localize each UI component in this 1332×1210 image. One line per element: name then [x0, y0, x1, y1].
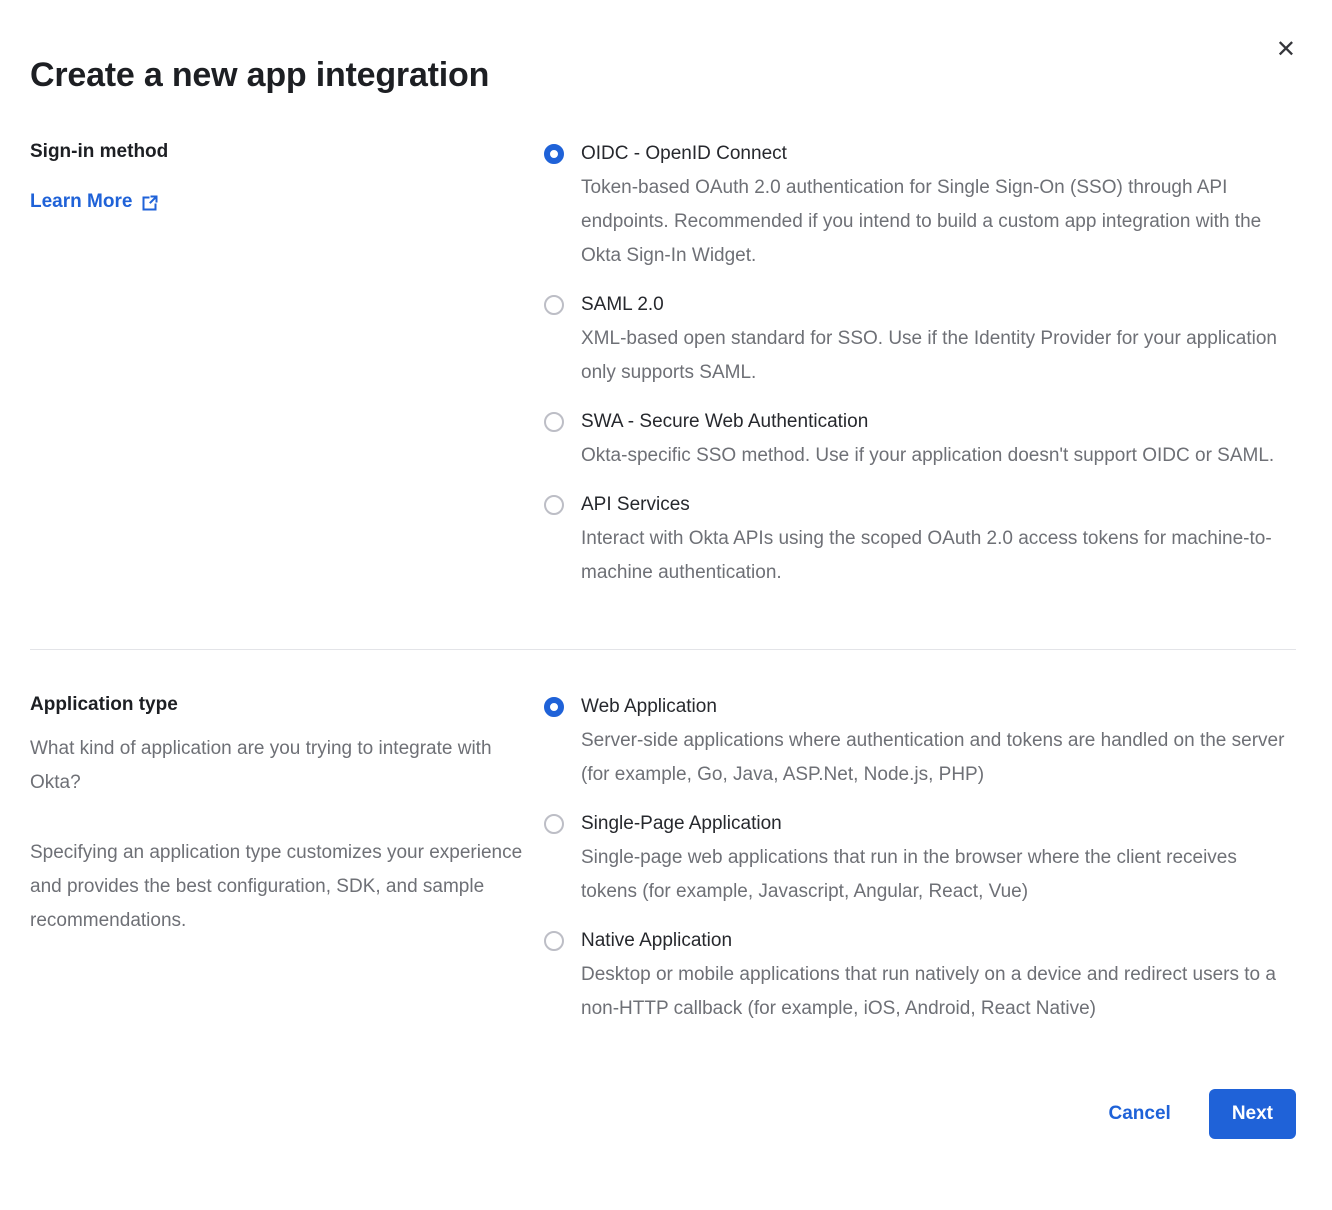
- radio-option-single-page-application[interactable]: Single-Page Application Single-page web …: [543, 807, 1296, 909]
- radio-option-saml[interactable]: SAML 2.0 XML-based open standard for SSO…: [543, 288, 1296, 390]
- radio-unselected-icon[interactable]: [544, 412, 564, 432]
- radio-option-description: XML-based open standard for SSO. Use if …: [581, 322, 1296, 390]
- dialog-footer: Cancel Next: [30, 1089, 1296, 1139]
- radio-option-oidc[interactable]: OIDC - OpenID Connect Token-based OAuth …: [543, 137, 1296, 273]
- create-app-integration-dialog: ✕ Create a new app integration Sign-in m…: [0, 0, 1332, 1210]
- radio-option-label[interactable]: Single-Page Application: [581, 807, 1296, 841]
- signin-method-label: Sign-in method: [30, 139, 523, 165]
- radio-option-description: Interact with Okta APIs using the scoped…: [581, 522, 1296, 590]
- radio-option-label[interactable]: Native Application: [581, 924, 1296, 958]
- application-type-label: Application type: [30, 692, 523, 718]
- radio-unselected-icon[interactable]: [544, 931, 564, 951]
- application-type-section: Application type What kind of applicatio…: [30, 690, 1296, 1041]
- page-title: Create a new app integration: [30, 56, 1296, 95]
- radio-option-label[interactable]: API Services: [581, 488, 1296, 522]
- section-divider: [30, 649, 1296, 650]
- radio-option-native-application[interactable]: Native Application Desktop or mobile app…: [543, 924, 1296, 1026]
- radio-selected-icon[interactable]: [544, 697, 564, 717]
- radio-option-description: Okta-specific SSO method. Use if your ap…: [581, 439, 1296, 473]
- learn-more-link[interactable]: Learn More: [30, 191, 159, 213]
- radio-option-label[interactable]: SAML 2.0: [581, 288, 1296, 322]
- application-type-question: What kind of application are you trying …: [30, 732, 523, 800]
- radio-unselected-icon[interactable]: [544, 814, 564, 834]
- radio-option-description: Desktop or mobile applications that run …: [581, 958, 1296, 1026]
- radio-option-label[interactable]: SWA - Secure Web Authentication: [581, 405, 1296, 439]
- radio-option-api-services[interactable]: API Services Interact with Okta APIs usi…: [543, 488, 1296, 590]
- radio-option-swa[interactable]: SWA - Secure Web Authentication Okta-spe…: [543, 405, 1296, 473]
- external-link-icon: [141, 192, 159, 212]
- radio-option-label[interactable]: OIDC - OpenID Connect: [581, 137, 1296, 171]
- radio-unselected-icon[interactable]: [544, 295, 564, 315]
- radio-option-description: Token-based OAuth 2.0 authentication for…: [581, 171, 1296, 273]
- next-button[interactable]: Next: [1209, 1089, 1296, 1139]
- learn-more-label: Learn More: [30, 191, 132, 213]
- signin-method-section: Sign-in method Learn More OIDC - OpenID …: [30, 137, 1296, 605]
- radio-unselected-icon[interactable]: [544, 495, 564, 515]
- cancel-button[interactable]: Cancel: [1109, 1103, 1171, 1125]
- close-icon[interactable]: ✕: [1274, 36, 1298, 64]
- radio-option-label[interactable]: Web Application: [581, 690, 1296, 724]
- radio-selected-icon[interactable]: [544, 144, 564, 164]
- application-type-help-text: Specifying an application type customize…: [30, 836, 523, 938]
- radio-option-description: Server-side applications where authentic…: [581, 724, 1296, 792]
- radio-option-web-application[interactable]: Web Application Server-side applications…: [543, 690, 1296, 792]
- radio-option-description: Single-page web applications that run in…: [581, 841, 1296, 909]
